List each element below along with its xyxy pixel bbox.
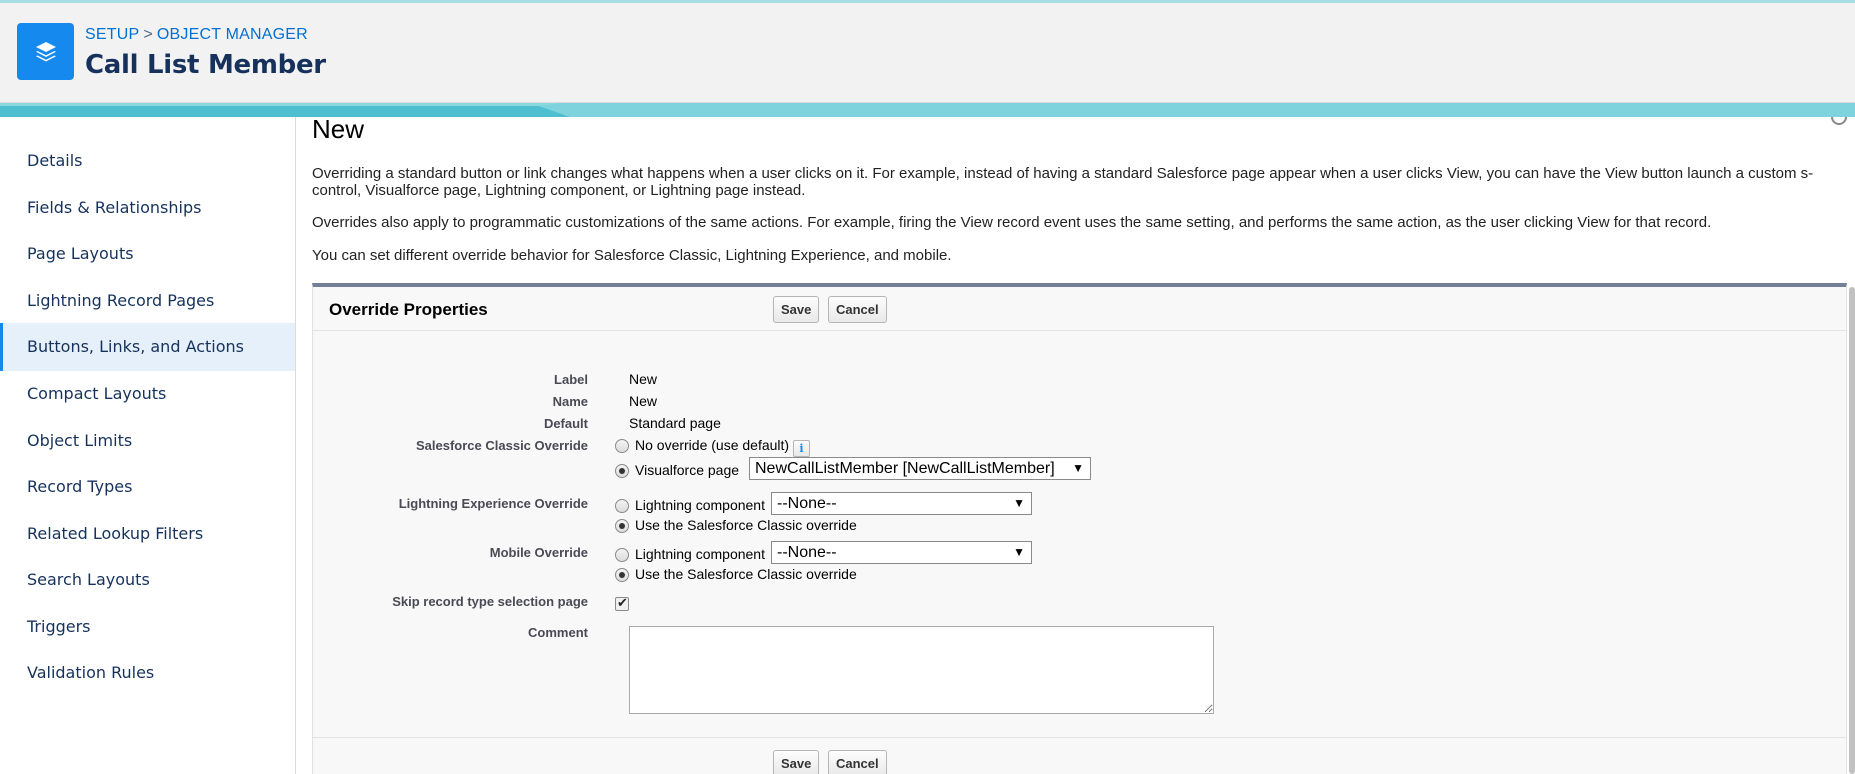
mobile-component-value: --None-- [777,544,837,561]
sidebar-item-search-layouts[interactable]: Search Layouts [0,556,295,604]
comment-label: Comment [528,625,588,640]
sidebar-item-triggers[interactable]: Triggers [0,603,295,651]
mobile-override-label: Mobile Override [489,545,588,560]
chevron-down-icon: ▼ [1072,461,1084,475]
lightning-use-classic-text: Use the Salesforce Classic override [635,517,857,533]
behavior-paragraph: You can set different override behavior … [312,247,952,264]
sidebar-item-compact-layouts[interactable]: Compact Layouts [0,370,295,418]
mobile-component-select[interactable]: --None-- ▼ [771,541,1032,564]
classic-no-override-text: No override (use default) [635,437,790,453]
sidebar-item-lightning-record-pages[interactable]: Lightning Record Pages [0,277,295,325]
lightning-component-text: Lightning component [635,497,765,513]
intro-paragraph: Overriding a standard button or link cha… [312,165,1814,199]
sidebar-item-fields-relationships[interactable]: Fields & Relationships [0,184,295,232]
skip-record-type-label: Skip record type selection page [392,594,588,609]
lightning-component-radio[interactable] [615,499,629,513]
default-field-value: Standard page [629,415,721,431]
visualforce-page-value: NewCallListMember [NewCallListMember] [755,460,1055,477]
sidebar-item-details[interactable]: Details [0,137,295,185]
save-button-top[interactable]: Save [773,296,820,323]
lightning-override-label: Lightning Experience Override [398,496,588,511]
page-header: SETUP > OBJECT MANAGER Call List Member [0,3,1855,103]
default-field-label: Default [543,416,588,431]
cancel-button-top[interactable]: Cancel [828,296,887,323]
classic-override-label: Salesforce Classic Override [416,438,588,453]
breadcrumb: SETUP > OBJECT MANAGER [85,26,308,44]
layers-icon [17,23,74,80]
mobile-component-radio[interactable] [615,548,629,562]
lightning-use-classic-radio[interactable] [615,519,629,533]
object-manager-sidebar: Details Fields & Relationships Page Layo… [0,117,296,774]
breadcrumb-setup[interactable]: SETUP [85,26,139,43]
sidebar-item-validation-rules[interactable]: Validation Rules [0,649,295,697]
panel-title: Override Properties [329,300,488,319]
mobile-use-classic-text: Use the Salesforce Classic override [635,566,857,582]
lightning-component-value: --None-- [777,495,837,512]
help-icon[interactable] [1831,117,1847,125]
mobile-component-text: Lightning component [635,546,765,562]
sidebar-item-related-lookup-filters[interactable]: Related Lookup Filters [0,510,295,558]
visualforce-page-select[interactable]: NewCallListMember [NewCallListMember] ▼ [749,457,1091,480]
programmatic-paragraph: Overrides also apply to programmatic cus… [312,214,1712,231]
breadcrumb-object-manager[interactable]: OBJECT MANAGER [157,26,308,43]
sidebar-item-page-layouts[interactable]: Page Layouts [0,230,295,278]
comment-textarea[interactable] [629,626,1214,714]
skip-record-type-checkbox[interactable]: ✔ [615,595,629,611]
mobile-use-classic-radio[interactable] [615,568,629,582]
chevron-down-icon: ▼ [1013,545,1025,559]
sidebar-item-object-limits[interactable]: Object Limits [0,417,295,465]
label-field-value: New [629,371,658,387]
checkmark-icon: ✔ [617,595,628,610]
breadcrumb-separator: > [143,26,153,43]
vertical-scrollbar[interactable] [1849,287,1855,774]
panel-header: Override Properties Save Cancel [313,287,1846,331]
label-field-label: Label [554,372,588,387]
name-field-label: Name [552,394,588,409]
main-content: New Overriding a standard button or link… [296,117,1855,774]
chevron-down-icon: ▼ [1013,496,1025,510]
page-title: Call List Member [85,50,326,80]
panel-footer-divider [313,737,1846,738]
classic-no-override-radio[interactable] [615,439,629,453]
classic-visualforce-radio[interactable] [615,464,629,478]
sidebar-item-record-types[interactable]: Record Types [0,463,295,511]
cancel-button-bottom[interactable]: Cancel [828,750,887,774]
lightning-component-select[interactable]: --None-- ▼ [771,492,1032,515]
override-properties-panel: Override Properties Save Cancel Label Ne… [312,283,1847,774]
save-button-bottom[interactable]: Save [773,750,820,774]
sidebar-item-buttons-links-actions[interactable]: Buttons, Links, and Actions [0,323,295,371]
classic-visualforce-text: Visualforce page [635,462,740,478]
override-page-title: New [312,117,365,144]
info-icon[interactable]: i [793,440,810,457]
header-wave-decoration [0,103,1855,117]
name-field-value: New [629,393,658,409]
